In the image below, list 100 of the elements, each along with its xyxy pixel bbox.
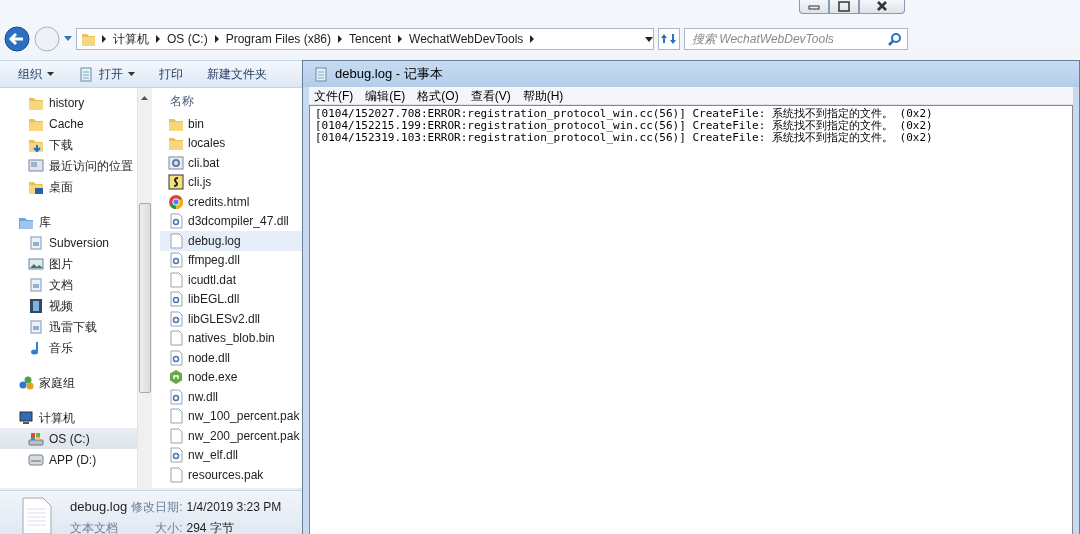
nav-item[interactable]: 视频 [0, 295, 137, 316]
settings-file-icon [168, 447, 184, 464]
settings-file-icon [168, 291, 184, 308]
blank-file-icon [168, 466, 184, 483]
file-item[interactable]: natives_blob.bin [160, 328, 302, 348]
nav-item[interactable]: 最近访问的位置 [0, 155, 137, 176]
menu-item[interactable]: 帮助(H) [522, 86, 564, 105]
file-item[interactable]: icudtl.dat [160, 270, 302, 290]
settings-file-icon [168, 388, 184, 405]
back-button[interactable] [4, 26, 30, 52]
toolbar-button[interactable]: 新建文件夹 [197, 63, 277, 85]
refresh-button[interactable] [658, 28, 680, 50]
file-item[interactable]: node.exe [160, 367, 302, 387]
field-value: 1/4/2019 3:23 PM [186, 499, 282, 516]
address-bar[interactable]: 计算机 OS (C:) Program Files (x86) Tencent WechatWebDevTools [76, 28, 654, 50]
nav-item[interactable]: Subversion [0, 232, 137, 253]
blank-file-icon [168, 427, 184, 444]
menu-item[interactable]: 查看(V) [470, 86, 511, 105]
breadcrumb-item[interactable]: 计算机 [113, 30, 149, 48]
document-icon [28, 318, 44, 335]
text-file-icon [22, 497, 52, 534]
nav-item[interactable]: 家庭组 [0, 372, 137, 393]
nav-item[interactable]: Cache [0, 113, 137, 134]
field-label: 修改日期: [131, 499, 183, 516]
picture-icon [28, 255, 44, 272]
file-item[interactable]: libEGL.dll [160, 289, 302, 309]
toolbar-button[interactable]: 打印 [149, 63, 193, 85]
document-icon [28, 276, 44, 293]
blank-file-icon [168, 232, 184, 249]
scrollbar[interactable] [137, 88, 152, 488]
chevron-icon [102, 35, 106, 43]
nav-item[interactable]: 桌面 [0, 176, 137, 197]
nav-item[interactable]: 音乐 [0, 337, 137, 358]
nav-item[interactable]: 计算机 [0, 407, 137, 428]
folder-icon [168, 135, 184, 152]
chevron-icon [338, 35, 343, 43]
file-item[interactable]: nw_200_percent.pak [160, 426, 302, 446]
chevron-icon [530, 35, 535, 43]
system-drive-icon [28, 430, 44, 447]
text-line: [0104/152215.199:ERROR:registration_protocol_win.cc(56)] CreateFile: 系统找不到指定的文件。 (0x2) [315, 120, 934, 132]
breadcrumb-item[interactable]: Tencent [349, 30, 392, 48]
chevron-icon [398, 35, 403, 43]
nav-item[interactable]: 库 [0, 211, 137, 232]
toolbar-button[interactable]: 组织 [8, 63, 64, 85]
file-item[interactable]: credits.html [160, 192, 302, 212]
settings-file-icon [168, 310, 184, 327]
file-item[interactable]: ffmpeg.dll [160, 250, 302, 270]
file-item[interactable]: resources.pak [160, 465, 302, 485]
column-header[interactable]: 名称 [160, 88, 302, 114]
toolbar-button[interactable]: 打开 [68, 63, 145, 85]
homegroup-icon [18, 374, 34, 391]
notepad-icon [78, 66, 94, 82]
document-icon [28, 234, 44, 251]
maximize-button[interactable] [829, 0, 859, 14]
nav-item[interactable]: 文档 [0, 274, 137, 295]
chrome-icon [168, 193, 184, 210]
computer-icon [18, 409, 34, 426]
hexagon-icon [168, 369, 184, 386]
menu-item[interactable]: 文件(F) [314, 86, 354, 105]
file-item[interactable]: libGLESv2.dll [160, 309, 302, 329]
blank-file-icon [168, 330, 184, 347]
file-item[interactable]: bin [160, 114, 302, 134]
file-item[interactable]: nw_100_percent.pak [160, 406, 302, 426]
close-icon [875, 1, 889, 12]
file-item[interactable]: cli.bat [160, 153, 302, 173]
dropdown-icon [64, 36, 72, 42]
menu-item[interactable]: 编辑(E) [365, 86, 406, 105]
close-button[interactable] [859, 0, 905, 14]
file-item[interactable]: locales [160, 133, 302, 153]
settings-file-icon [168, 349, 184, 366]
text-line: [0104/152319.103:ERROR:registration_protocol_win.cc(56)] CreateFile: 系统找不到指定的文件。 (0x2) [315, 132, 934, 144]
nav-item[interactable]: history [0, 92, 137, 113]
folder-icon [81, 31, 95, 47]
nav-item[interactable]: APP (D:) [0, 449, 137, 470]
file-item[interactable]: nw.dll [160, 387, 302, 407]
text-line: [0104/152027.708:ERROR:registration_protocol_win.cc(56)] CreateFile: 系统找不到指定的文件。 (0x2) [315, 108, 934, 120]
nav-item[interactable]: 下载 [0, 134, 137, 155]
chevron-icon [156, 35, 160, 43]
field-value: 294 字节 [186, 519, 235, 534]
menu-item[interactable]: 格式(O) [417, 86, 459, 105]
file-item[interactable]: nw_elf.dll [160, 445, 302, 465]
nav-item[interactable]: 图片 [0, 253, 137, 274]
search-field[interactable]: 搜索 WechatWebDevTools [684, 28, 908, 50]
file-name: debug.log [70, 498, 128, 516]
file-item[interactable]: d3dcompiler_47.dll [160, 211, 302, 231]
settings-file-icon [168, 213, 184, 230]
minimize-button[interactable] [799, 0, 829, 14]
file-item[interactable]: node.dll [160, 348, 302, 368]
breadcrumb-item[interactable]: WechatWebDevTools [409, 30, 524, 48]
breadcrumb-item[interactable]: OS (C:) [167, 30, 208, 48]
chevron-icon [214, 35, 219, 43]
file-item[interactable]: debug.log [160, 231, 302, 251]
recent-places-icon [28, 157, 44, 174]
caret-icon [128, 72, 135, 76]
film-icon [28, 297, 44, 314]
nav-item[interactable]: OS (C:) [0, 428, 137, 449]
file-item[interactable]: cli.js [160, 172, 302, 192]
nav-item[interactable]: 迅雷下载 [0, 316, 137, 337]
scroll-up-icon [141, 95, 148, 100]
breadcrumb-item[interactable]: Program Files (x86) [225, 30, 332, 48]
